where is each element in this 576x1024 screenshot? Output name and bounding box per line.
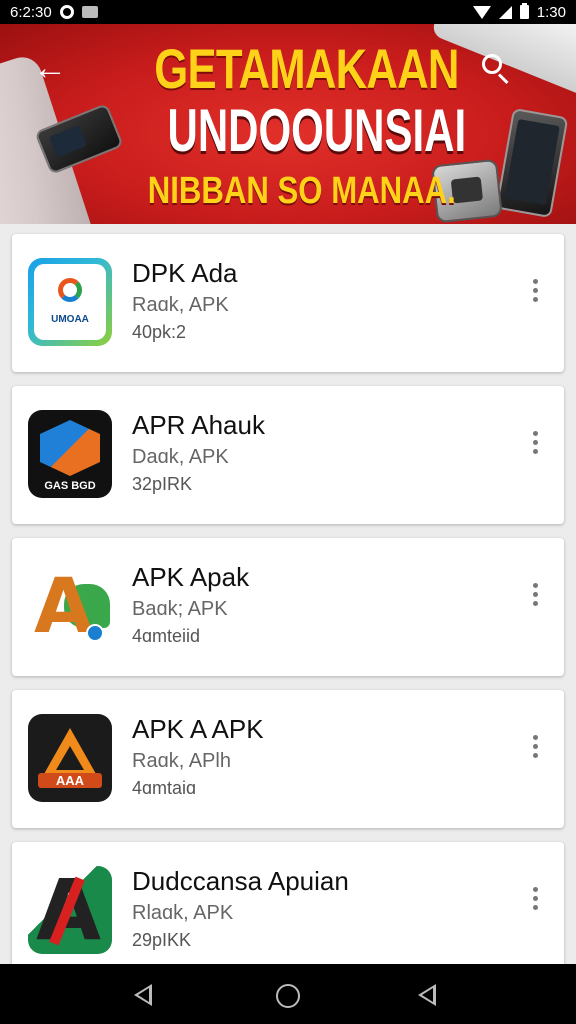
app-icon-inner: UMOAA — [34, 264, 106, 340]
app-list: UMOAA DPK Ada Raɑk, APK 40pk:2 GAS BGD A… — [12, 234, 564, 996]
circle-icon — [59, 5, 74, 19]
app-subtitle: Raɑk, APlh — [132, 750, 231, 772]
more-vert-icon-dot — [532, 296, 538, 302]
more-options-button[interactable] — [520, 576, 550, 612]
app-icon-label: AAA — [38, 773, 102, 788]
signal-icon — [498, 5, 512, 19]
more-vert-icon-dot — [532, 278, 538, 284]
app-icon: AAA — [28, 714, 112, 802]
app-meta: 4ɑmtaiɑ — [132, 778, 197, 798]
banner-headline: GETAMAKAAN UNDOOUNSIAI NIBBAN SO MANAA. — [118, 37, 467, 214]
more-vert-icon-dot — [532, 439, 538, 445]
app-icon-label: GAS BGD — [44, 480, 96, 492]
blue-badge — [86, 624, 104, 642]
search-icon — [482, 54, 502, 74]
app-meta: 32pIRK — [132, 474, 193, 494]
status-right: 1:30 — [472, 3, 566, 21]
app-icon: UMOAA — [28, 258, 112, 346]
list-item[interactable]: GAS BGD APR Ahauk Daɑk, APK 32pIRK — [12, 386, 564, 524]
app-name: Dudccansa Apuian — [132, 866, 349, 896]
list-item[interactable]: A Dudccansa Apuian Rlaɑk, APK 29pIKK — [12, 842, 564, 982]
status-bar: 6:2:30 1:30 — [0, 0, 576, 24]
app-subtitle: Raɑk, APK — [132, 294, 229, 316]
arrow-left-icon: ← — [33, 49, 67, 87]
app-icon-label: UMOAA — [51, 314, 89, 325]
more-vert-icon-dot — [532, 582, 538, 588]
nav-home-icon[interactable] — [276, 984, 300, 1008]
more-vert-icon-dot — [532, 430, 538, 436]
battery-icon — [519, 3, 529, 19]
more-vert-icon-dot — [532, 287, 538, 293]
app-meta: 40pk:2 — [132, 322, 187, 342]
more-vert-icon-dot — [532, 743, 538, 749]
app-icon: GAS BGD — [28, 410, 112, 498]
more-vert-icon-dot — [532, 895, 538, 901]
list-item[interactable]: UMOAA DPK Ada Raɑk, APK 40pk:2 — [12, 234, 564, 372]
app-meta: 29pIKK — [132, 930, 192, 950]
wifi-icon — [472, 5, 491, 19]
status-left: 6:2:30 — [10, 4, 98, 21]
app-subtitle: Daɑk, APK — [132, 446, 229, 468]
more-options-button[interactable] — [520, 424, 550, 460]
logo-mark — [58, 278, 82, 302]
more-vert-icon-dot — [532, 600, 538, 606]
search-button[interactable] — [478, 50, 514, 86]
image-icon — [81, 6, 98, 18]
nav-back-icon[interactable] — [134, 984, 152, 1006]
nav-recent-icon[interactable] — [418, 984, 436, 1006]
search-icon-handle — [497, 73, 509, 85]
app-name: DPK Ada — [132, 258, 238, 288]
phone-image-right — [495, 107, 569, 219]
promo-banner[interactable]: ← GETAMAKAAN UNDOOUNSIAI NIBBAN SO MANAA… — [0, 24, 576, 224]
hexagon-logo — [40, 420, 100, 476]
more-vert-icon-dot — [532, 886, 538, 892]
app-name: APR Ahauk — [132, 410, 265, 440]
app-icon: A — [28, 562, 112, 650]
navigation-bar — [0, 964, 576, 1024]
list-item[interactable]: A APK Apak Baɑk; APK 4ɑmteiid — [12, 538, 564, 676]
list-item[interactable]: AAA APK A APK Raɑk, APlh 4ɑmtaiɑ — [12, 690, 564, 828]
app-icon: A — [28, 866, 112, 954]
letter-a-logo: A — [34, 562, 93, 650]
more-options-button[interactable] — [520, 880, 550, 916]
banner-line3: NIBBAN SO MANAA. — [147, 170, 456, 212]
back-button[interactable]: ← — [28, 46, 72, 90]
more-vert-icon-dot — [532, 448, 538, 454]
status-time-right: 1:30 — [536, 3, 566, 21]
banner-line1: GETAMAKAAN — [154, 37, 459, 100]
triangle-logo-inner — [56, 746, 84, 770]
app-subtitle: Rlaɑk, APK — [132, 902, 234, 924]
app-name: APK A APK — [132, 714, 264, 744]
app-meta: 4ɑmteiid — [132, 626, 201, 646]
more-vert-icon-dot — [532, 734, 538, 740]
more-options-button[interactable] — [520, 272, 550, 308]
more-options-button[interactable] — [520, 728, 550, 764]
more-vert-icon-dot — [532, 752, 538, 758]
app-name: APK Apak — [132, 562, 250, 592]
more-vert-icon-dot — [532, 904, 538, 910]
status-time-left: 6:2:30 — [10, 3, 52, 21]
banner-line2: UNDOOUNSIAI — [167, 97, 467, 164]
app-subtitle: Baɑk; APK — [132, 598, 228, 620]
more-vert-icon-dot — [532, 591, 538, 597]
